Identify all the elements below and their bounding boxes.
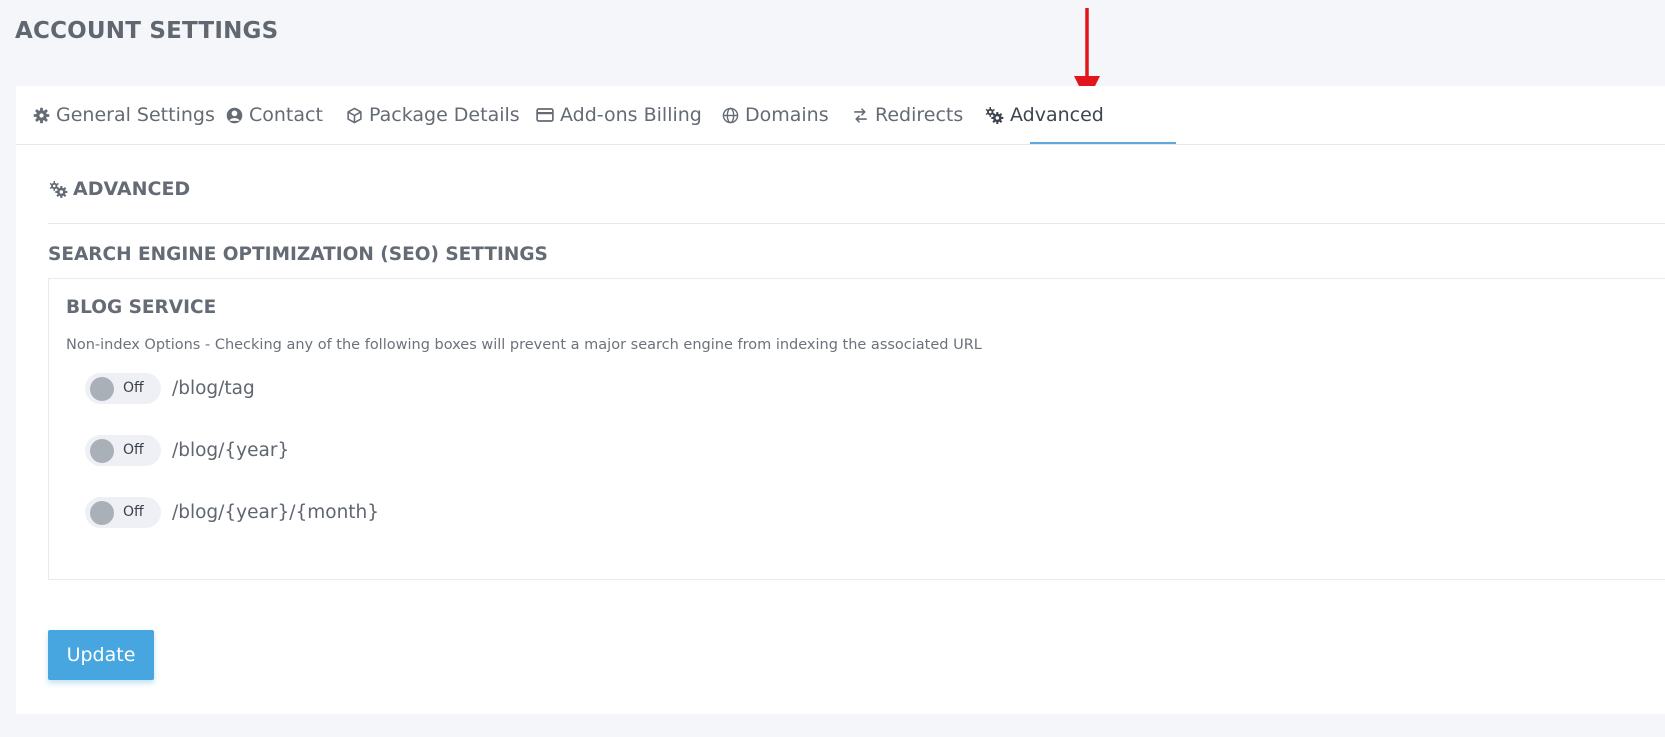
- user-circle-icon: [226, 107, 243, 123]
- toggle-state: Off: [123, 380, 144, 396]
- section-heading: ADVANCED: [49, 178, 190, 200]
- tab-bar: General Settings Contact Package Details…: [16, 86, 1665, 145]
- tab-contact[interactable]: Contact: [226, 86, 323, 144]
- tab-label: Advanced: [1010, 104, 1104, 126]
- blog-year-month-toggle[interactable]: Off: [85, 497, 161, 528]
- non-index-description: Non-index Options - Checking any of the …: [66, 337, 982, 353]
- blog-service-title: BLOG SERVICE: [66, 297, 217, 318]
- tab-label: General Settings: [56, 104, 215, 126]
- toggle-knob: [90, 501, 114, 525]
- tab-redirects[interactable]: Redirects: [852, 86, 963, 144]
- tab-label: Contact: [249, 104, 323, 126]
- tab-advanced[interactable]: Advanced: [985, 86, 1104, 144]
- tab-label: Add-ons Billing: [560, 104, 702, 126]
- option-path: /blog/{year}/{month}: [172, 502, 380, 523]
- option-blog-year: Off /blog/{year}: [85, 435, 289, 466]
- option-blog-year-month: Off /blog/{year}/{month}: [85, 497, 379, 528]
- seo-settings-title: SEARCH ENGINE OPTIMIZATION (SEO) SETTING…: [48, 244, 548, 265]
- blog-tag-toggle[interactable]: Off: [85, 373, 161, 404]
- page-title: ACCOUNT SETTINGS: [15, 18, 279, 44]
- toggle-state: Off: [123, 504, 144, 520]
- blog-service-panel: BLOG SERVICE Non-index Options - Checkin…: [48, 278, 1665, 580]
- gears-icon: [985, 106, 1004, 124]
- active-tab-indicator: [1030, 142, 1176, 144]
- blog-year-toggle[interactable]: Off: [85, 435, 161, 466]
- gear-icon: [33, 107, 50, 123]
- option-path: /blog/tag: [172, 378, 255, 399]
- toggle-state: Off: [123, 442, 144, 458]
- toggle-knob: [90, 439, 114, 463]
- toggle-knob: [90, 377, 114, 401]
- tab-label: Redirects: [875, 104, 964, 126]
- option-path: /blog/{year}: [172, 440, 290, 461]
- tab-domains[interactable]: Domains: [722, 86, 829, 144]
- settings-card: General Settings Contact Package Details…: [16, 86, 1665, 714]
- box-icon: [347, 107, 362, 123]
- globe-icon: [722, 107, 739, 123]
- section-divider: [48, 223, 1665, 224]
- section-heading-label: ADVANCED: [73, 178, 191, 200]
- tab-general-settings[interactable]: General Settings: [33, 86, 215, 144]
- tab-package-details[interactable]: Package Details: [346, 86, 520, 144]
- update-button[interactable]: Update: [48, 630, 154, 680]
- gears-icon: [49, 180, 68, 198]
- tab-label: Package Details: [369, 104, 520, 126]
- redirect-arrows-icon: [854, 107, 867, 123]
- tab-add-ons-billing[interactable]: Add-ons Billing: [536, 86, 702, 144]
- option-blog-tag: Off /blog/tag: [85, 373, 255, 404]
- tab-label: Domains: [745, 104, 829, 126]
- credit-card-icon: [536, 108, 554, 122]
